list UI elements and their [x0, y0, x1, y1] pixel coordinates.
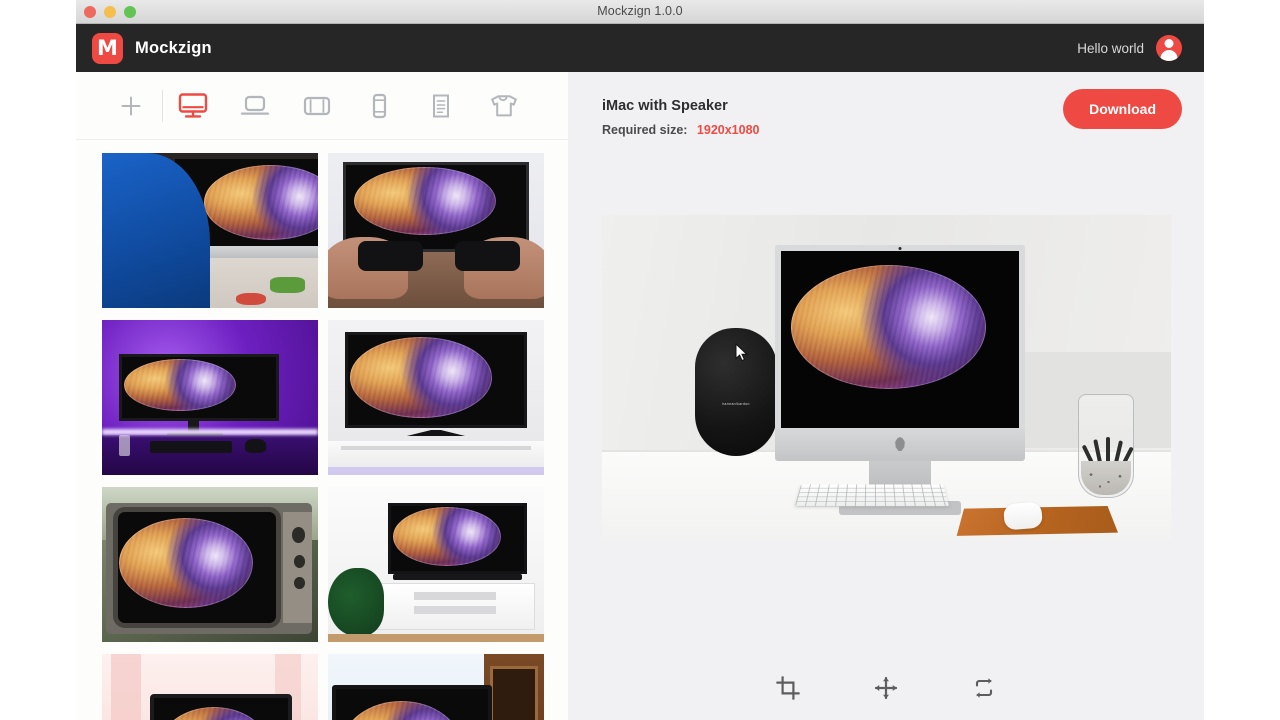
toolbar-item-print[interactable]	[410, 84, 472, 128]
editor-tools	[568, 670, 1204, 706]
category-toolbar	[76, 72, 568, 140]
mockup-thumbnail-grid[interactable]	[76, 140, 568, 720]
toolbar-item-apparel[interactable]	[472, 84, 534, 128]
user-avatar-icon[interactable]	[1156, 35, 1182, 61]
required-size-label: Required size:	[602, 123, 687, 137]
toolbar-item-tablet[interactable]	[286, 84, 348, 128]
tablet-icon	[303, 94, 331, 118]
imac-device	[775, 245, 1025, 461]
laptop-icon	[240, 93, 270, 119]
document-icon	[430, 93, 452, 119]
brand-name: Mockzign	[135, 39, 212, 58]
left-panel	[76, 72, 568, 720]
desktop-monitor-icon	[178, 93, 208, 119]
glass-vase	[1078, 394, 1134, 498]
app-window: Mockzign 1.0.0 M Mockzign Hello world	[76, 0, 1204, 720]
thumbnail-item[interactable]	[102, 153, 318, 308]
download-button[interactable]: Download	[1063, 89, 1182, 129]
speaker-brand-label: harman/kardon	[722, 402, 749, 406]
wallpaper-artwork	[791, 265, 986, 389]
thumbnail-item[interactable]	[102, 487, 318, 642]
screenshot-root: Mockzign 1.0.0 M Mockzign Hello world	[0, 0, 1280, 720]
thumbnail-item[interactable]	[328, 320, 544, 475]
move-arrows-icon	[874, 676, 898, 700]
crop-icon	[776, 676, 800, 700]
window-title: Mockzign 1.0.0	[76, 4, 1204, 18]
thumbnail-item[interactable]	[328, 487, 544, 642]
window-titlebar: Mockzign 1.0.0	[76, 0, 1204, 24]
crop-tool-button[interactable]	[770, 670, 806, 706]
mouse-cursor-icon	[735, 343, 748, 362]
tshirt-icon	[489, 93, 517, 119]
thumbnail-item[interactable]	[328, 153, 544, 308]
repeat-loop-icon	[972, 676, 996, 700]
app-logo-icon: M	[92, 33, 123, 64]
brand-block: M Mockzign	[76, 33, 212, 64]
mockup-scene: harman/kardon	[602, 215, 1171, 540]
magic-mouse	[1003, 501, 1043, 530]
magic-keyboard	[795, 484, 949, 506]
plus-icon	[120, 95, 142, 117]
imac-chin-apple-logo-icon	[775, 428, 1025, 461]
thumbnail-item[interactable]	[102, 320, 318, 475]
thumbnail-item[interactable]	[102, 654, 318, 720]
phone-icon	[368, 93, 390, 119]
toolbar-item-phone[interactable]	[348, 84, 410, 128]
required-size-value: 1920x1080	[697, 123, 760, 137]
app-header: M Mockzign Hello world	[76, 24, 1204, 72]
toolbar-item-desktop[interactable]	[162, 84, 224, 128]
imac-camera-icon	[899, 247, 902, 250]
move-tool-button[interactable]	[868, 670, 904, 706]
toolbar-item-add[interactable]	[100, 84, 162, 128]
toolbar-item-laptop[interactable]	[224, 84, 286, 128]
user-greeting: Hello world	[1077, 41, 1144, 56]
replace-tool-button[interactable]	[966, 670, 1002, 706]
imac-screen	[775, 245, 1025, 428]
user-block[interactable]: Hello world	[1077, 35, 1204, 61]
preview-header: iMac with Speaker Required size: 1920x10…	[568, 72, 1204, 137]
thumbnail-item[interactable]	[328, 654, 544, 720]
vase-soil	[1081, 461, 1131, 495]
right-panel: iMac with Speaker Required size: 1920x10…	[568, 72, 1204, 720]
app-body: iMac with Speaker Required size: 1920x10…	[76, 72, 1204, 720]
mockup-preview-stage[interactable]: harman/kardon	[602, 215, 1171, 540]
